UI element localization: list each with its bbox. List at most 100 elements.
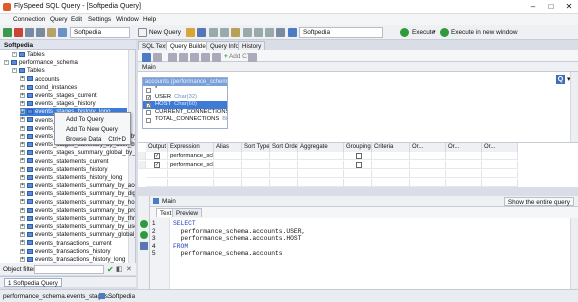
grid-column-header[interactable]: Or... <box>410 143 446 152</box>
open-folder-icon[interactable] <box>186 28 195 37</box>
grid-cell[interactable] <box>410 152 446 160</box>
expand-icon[interactable]: + <box>20 224 25 230</box>
tree-item-table[interactable]: + events_statements_current <box>20 158 127 166</box>
grid-cell[interactable] <box>242 161 270 169</box>
layout-icon[interactable] <box>142 53 151 62</box>
table-field-row[interactable]: CURRENT_CONNECTIONSBigInt <box>143 109 227 117</box>
grid-cell[interactable] <box>446 170 482 178</box>
menu-item-browse-data[interactable]: Browse Data Ctrl+D <box>55 135 130 144</box>
grid-cell[interactable] <box>214 179 242 187</box>
filter-options-icon[interactable]: ◧ <box>116 265 123 273</box>
menu-query[interactable]: Query <box>50 16 67 23</box>
save-icon[interactable] <box>197 28 206 37</box>
find-icon[interactable] <box>265 28 274 37</box>
table-field-row[interactable]: ✓ USER Char(32) <box>143 94 227 102</box>
sql-format-icon[interactable] <box>140 242 148 250</box>
grid-cell[interactable] <box>446 161 482 169</box>
grid-cell[interactable] <box>270 152 298 160</box>
tree-item-table[interactable]: + events_statements_summary_by_host_b <box>20 199 135 207</box>
settings-icon[interactable] <box>36 28 45 37</box>
menu-item-add-to-query[interactable]: Add To Query <box>55 115 130 124</box>
tree-item-table[interactable]: + events_statements_summary_by_accour <box>20 182 135 190</box>
tree-node[interactable]: - Tables <box>12 51 127 59</box>
tree-item-table[interactable]: + events_statements_summary_by_user_t <box>20 223 135 231</box>
sync-icon[interactable] <box>140 220 148 228</box>
tree-item-table[interactable]: + events_transactions_history <box>20 248 127 256</box>
table-field-row[interactable]: * <box>143 86 227 94</box>
add-cte-icon[interactable]: + <box>224 53 228 60</box>
menu-window[interactable]: Window <box>116 16 139 23</box>
grid-cell[interactable] <box>482 152 518 160</box>
grid-column-header[interactable]: Or... <box>446 143 482 152</box>
grid-column-header[interactable]: Sort Order <box>270 143 298 152</box>
tree-item-table[interactable]: + accounts <box>20 76 127 84</box>
tree-item-table[interactable]: + events_transactions_current <box>20 240 127 248</box>
grid-cell[interactable] <box>298 170 344 178</box>
sql-line[interactable]: performance_schema.accounts.USER, <box>173 228 306 236</box>
menu-settings[interactable]: Settings <box>88 16 111 23</box>
menu-item-add-to-new-query[interactable]: Add To New Query <box>55 125 130 134</box>
grouping-checkbox[interactable] <box>344 152 372 160</box>
grid-cell[interactable] <box>410 170 446 178</box>
refresh-icon[interactable] <box>25 28 34 37</box>
redo-icon[interactable] <box>254 28 263 37</box>
database-icon[interactable] <box>47 28 56 37</box>
expand-icon[interactable]: + <box>20 174 25 180</box>
sql-line[interactable]: FROM <box>173 243 188 251</box>
execute-icon[interactable] <box>400 28 409 37</box>
expression-cell[interactable]: performance_schema.accounts.USER <box>168 152 214 160</box>
field-checkbox[interactable]: ✓ <box>146 102 151 108</box>
expand-icon[interactable]: + <box>20 150 25 156</box>
menu-connection[interactable]: Connection <box>13 16 45 23</box>
grid-column-header[interactable]: Grouping <box>344 143 372 152</box>
grid-column-header[interactable]: Expression <box>168 143 214 152</box>
expand-icon[interactable]: + <box>20 166 25 172</box>
object-filter-input[interactable] <box>34 265 104 274</box>
expand-icon[interactable]: + <box>20 92 25 98</box>
row-selector[interactable] <box>138 152 146 160</box>
expand-icon[interactable]: + <box>20 76 25 82</box>
format-icon[interactable] <box>276 28 285 37</box>
expand-icon[interactable]: + <box>20 142 25 148</box>
paste-icon[interactable] <box>231 28 240 37</box>
expand-icon[interactable]: + <box>20 240 25 246</box>
undo-icon[interactable] <box>243 28 252 37</box>
connection-selector[interactable]: Softpedia <box>70 27 130 38</box>
grid-cell[interactable] <box>482 161 518 169</box>
field-checkbox[interactable] <box>146 117 151 123</box>
grid-cell[interactable] <box>410 179 446 187</box>
union-icon[interactable] <box>179 53 188 62</box>
execute-button[interactable]: Execute <box>412 29 435 36</box>
output-checkbox[interactable]: ✓ <box>146 161 168 169</box>
expand-icon[interactable]: + <box>20 183 25 189</box>
expand-icon[interactable]: + <box>20 215 25 221</box>
derived-table-icon[interactable] <box>201 53 210 62</box>
menu-help[interactable]: Help <box>143 16 156 23</box>
show-entire-query-button[interactable]: Show the entire query <box>503 197 574 206</box>
editor-scrollbar[interactable] <box>570 218 578 289</box>
object-tree[interactable]: - Tables - performance_schema - Tables + accoun… <box>0 50 136 263</box>
collapse-icon[interactable]: - <box>4 60 9 66</box>
output-checkbox[interactable]: ✓ <box>146 152 168 160</box>
grid-cell[interactable] <box>410 161 446 169</box>
grid-cell[interactable] <box>446 179 482 187</box>
tree-item-table[interactable]: + events_statements_summary_global_by <box>20 231 135 239</box>
grid-cell[interactable] <box>168 179 214 187</box>
minimize-button[interactable]: – <box>524 0 542 14</box>
tree-item-table[interactable]: + events_statements_history_long <box>20 174 127 182</box>
expand-icon[interactable]: + <box>20 109 25 115</box>
arrange-icon[interactable] <box>153 53 162 62</box>
grid-column-header[interactable]: Or... <box>482 143 518 152</box>
collapse-icon[interactable]: - <box>12 68 17 74</box>
grid-cell[interactable] <box>270 170 298 178</box>
delete-icon[interactable] <box>212 53 221 62</box>
grid-cell[interactable] <box>146 179 168 187</box>
cut-icon[interactable] <box>209 28 218 37</box>
expand-icon[interactable]: + <box>20 199 25 205</box>
expand-icon[interactable]: + <box>20 207 25 213</box>
field-checkbox[interactable]: ✓ <box>146 95 151 101</box>
grid-cell[interactable] <box>214 152 242 160</box>
database-selector[interactable]: Softpedia <box>299 27 383 38</box>
execute-dropdown-icon[interactable]: ▾ <box>433 29 436 35</box>
query-properties-icon[interactable]: Q <box>556 75 565 84</box>
